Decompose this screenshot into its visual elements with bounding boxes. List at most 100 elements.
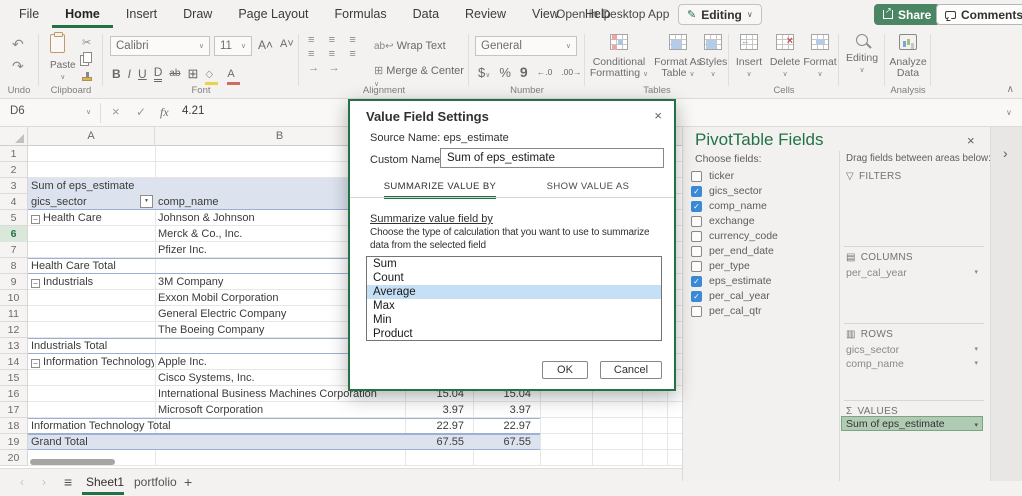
tab-data[interactable]: Data — [400, 0, 452, 28]
wrap-text-button[interactable]: ab↩ Wrap Text — [374, 40, 446, 52]
ok-button[interactable]: OK — [542, 361, 588, 379]
cell-a8[interactable]: Health Care Total — [31, 260, 231, 272]
cell-d17[interactable]: 3.97 — [469, 404, 536, 416]
filter-dropdown-icon[interactable] — [140, 195, 153, 208]
name-box[interactable]: D6 — [10, 105, 25, 117]
grid-row[interactable]: Grand Total 67.55 67.55 — [0, 434, 682, 450]
tab-formulas[interactable]: Formulas — [322, 0, 400, 28]
checkbox-unchecked[interactable] — [691, 261, 702, 272]
tab-show-value-as[interactable]: SHOW VALUE AS — [514, 177, 662, 197]
paste-button[interactable]: Paste ∨ — [50, 34, 76, 82]
rows-field-comp-name[interactable]: comp_name ▾ — [846, 358, 980, 370]
tab-page-layout[interactable]: Page Layout — [225, 0, 321, 28]
share-button[interactable]: ↗ Share — [874, 4, 940, 25]
values-field-sum-of-eps-estimate[interactable]: Sum of eps_estimate ▾ — [841, 416, 983, 431]
collapse-group-icon[interactable] — [31, 359, 40, 368]
custom-name-input[interactable] — [440, 148, 664, 168]
bold-button[interactable]: B — [112, 67, 121, 81]
align-right-icon[interactable]: ≡ — [349, 48, 370, 60]
align-top-icon[interactable]: ≡ — [308, 34, 329, 46]
cancel-button[interactable]: Cancel — [600, 361, 662, 379]
cell-c18[interactable]: 22.97 — [405, 420, 469, 432]
row-header-9[interactable]: 9 — [0, 274, 27, 290]
font-color-button[interactable]: A — [227, 64, 240, 83]
format-cells-button[interactable]: Format∨ — [802, 34, 838, 81]
formula-value[interactable]: 4.21 — [182, 105, 204, 117]
cell-d18[interactable]: 22.97 — [469, 420, 536, 432]
expand-formula-bar-icon[interactable]: ∨ — [1006, 108, 1012, 117]
field-exchange[interactable]: exchange — [691, 214, 755, 228]
grid-row[interactable]: Microsoft Corporation 3.97 3.97 — [0, 402, 682, 418]
comma-style-button[interactable]: 9 — [520, 64, 528, 80]
name-box-chevron-icon[interactable]: ∨ — [86, 108, 91, 116]
option-product[interactable]: Product — [367, 327, 661, 341]
row-header-2[interactable]: 2 — [0, 162, 27, 178]
cell-b17[interactable]: Microsoft Corporation — [158, 404, 404, 416]
horizontal-scrollbar[interactable] — [30, 459, 115, 465]
row-header-17[interactable]: 17 — [0, 402, 27, 418]
cell-a3[interactable]: Sum of eps_estimate — [31, 180, 231, 192]
close-icon[interactable]: × — [967, 133, 975, 148]
insert-function-icon[interactable]: fx — [160, 105, 169, 120]
close-icon[interactable]: × — [654, 108, 662, 123]
increase-decimal-button[interactable]: .00→ — [561, 67, 581, 77]
rows-field-gics-sector[interactable]: gics_sector ▾ — [846, 344, 980, 356]
row-header-12[interactable]: 12 — [0, 322, 27, 338]
row-header-5[interactable]: 5 — [0, 210, 27, 226]
underline-button[interactable]: U — [138, 67, 147, 81]
checkbox-unchecked[interactable] — [691, 216, 702, 227]
editing-dropdown-button[interactable]: Editing∨ — [842, 34, 882, 77]
prev-sheet-icon[interactable]: ‹ — [20, 469, 24, 496]
analyze-data-button[interactable]: AnalyzeData — [886, 34, 930, 80]
collapse-group-icon[interactable] — [31, 215, 40, 224]
field-per-type[interactable]: per_type — [691, 259, 750, 273]
field-comp-name[interactable]: ✓ comp_name — [691, 199, 767, 213]
option-sum[interactable]: Sum — [367, 257, 661, 271]
cell-a5[interactable]: Health Care — [31, 212, 154, 224]
grid-row[interactable]: Information Technology Total 22.97 22.97 — [0, 418, 682, 434]
conditional-formatting-button[interactable]: ConditionalFormatting ∨ — [588, 34, 650, 81]
cell-a9[interactable]: Industrials — [31, 276, 154, 288]
field-currency-code[interactable]: currency_code — [691, 229, 778, 243]
delete-cells-button[interactable]: Delete∨ — [767, 34, 803, 81]
row-header-6-active[interactable]: 6 — [0, 226, 27, 242]
tab-file[interactable]: File — [6, 0, 52, 28]
number-format-dropdown[interactable]: General ∨ — [475, 36, 577, 56]
row-header-18[interactable]: 18 — [0, 418, 27, 434]
cell-a4[interactable]: gics_sector — [31, 196, 154, 208]
option-count[interactable]: Count — [367, 271, 661, 285]
checkbox-checked[interactable]: ✓ — [691, 201, 702, 212]
field-per-cal-year[interactable]: ✓ per_cal_year — [691, 289, 770, 303]
accounting-format-button[interactable]: $∨ — [478, 65, 490, 80]
cell-a13[interactable]: Industrials Total — [31, 340, 231, 352]
option-average-selected[interactable]: Average — [367, 285, 661, 299]
cut-icon[interactable]: ✂ — [82, 36, 91, 49]
columns-field-per-cal-year[interactable]: per_cal_year ▾ — [846, 267, 980, 279]
checkbox-checked[interactable]: ✓ — [691, 186, 702, 197]
field-per-cal-qtr[interactable]: per_cal_qtr — [691, 304, 762, 318]
increase-font-icon[interactable]: A˄ — [258, 38, 273, 52]
add-sheet-button[interactable]: + — [184, 469, 192, 496]
row-header-7[interactable]: 7 — [0, 242, 27, 258]
chevron-down-icon[interactable]: ▾ — [974, 268, 978, 276]
row-header-14[interactable]: 14 — [0, 354, 27, 370]
tab-insert[interactable]: Insert — [113, 0, 170, 28]
field-gics-sector[interactable]: ✓ gics_sector — [691, 184, 762, 198]
insert-cells-button[interactable]: Insert∨ — [732, 34, 766, 81]
cancel-entry-icon[interactable]: × — [112, 104, 120, 119]
checkbox-unchecked[interactable] — [691, 171, 702, 182]
comments-button[interactable]: Comments — [936, 4, 1022, 25]
double-underline-button[interactable]: D — [154, 65, 163, 82]
checkbox-unchecked[interactable] — [691, 231, 702, 242]
cell-a19[interactable]: Grand Total — [31, 436, 231, 448]
copy-icon[interactable] — [80, 50, 92, 68]
row-header-3[interactable]: 3 — [0, 178, 27, 194]
font-name-dropdown[interactable]: Calibri ∨ — [110, 36, 210, 56]
increase-indent-icon[interactable]: → — [329, 62, 350, 74]
row-header-10[interactable]: 10 — [0, 290, 27, 306]
cell-a18[interactable]: Information Technology Total — [31, 420, 231, 432]
sheet-tab-portfolio[interactable]: portfolio — [134, 469, 177, 496]
font-size-dropdown[interactable]: 11 ∨ — [214, 36, 252, 56]
open-in-desktop-button[interactable]: Open in Desktop App — [556, 0, 669, 28]
row-header-15[interactable]: 15 — [0, 370, 27, 386]
